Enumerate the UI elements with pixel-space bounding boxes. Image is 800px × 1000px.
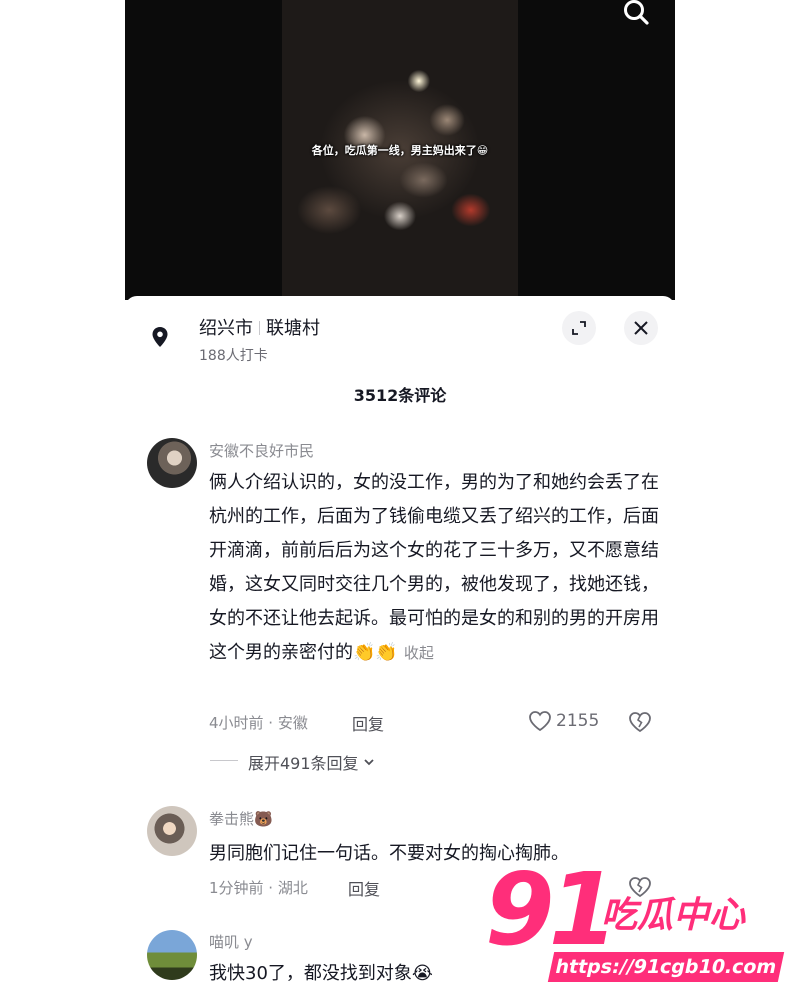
comment-meta: 4小时前 · 安徽	[209, 714, 308, 732]
avatar[interactable]	[147, 438, 197, 488]
expand-icon	[572, 321, 586, 335]
close-icon	[634, 321, 648, 335]
video-caption: 各位，吃瓜第一线，男主妈出来了😁	[311, 144, 489, 157]
expand-replies-button[interactable]: 展开491条回复	[248, 750, 376, 774]
watermark-url: https://91cgb10.com	[547, 952, 785, 982]
comments-count: 3512条评论	[353, 386, 447, 405]
location-separator	[259, 321, 260, 335]
location-village: 联塘村	[266, 318, 320, 339]
expand-button[interactable]	[562, 311, 596, 345]
like-button[interactable]: 2155	[528, 710, 599, 732]
divider	[210, 760, 238, 761]
dislike-button[interactable]	[627, 710, 653, 734]
video-frame: 各位，吃瓜第一线，男主妈出来了😁	[282, 0, 518, 300]
collapse-link[interactable]: 收起	[404, 644, 434, 662]
watermark-number: 91	[485, 851, 618, 968]
reply-button[interactable]: 回复	[352, 711, 384, 735]
location-pin-icon	[148, 325, 172, 349]
location-checkins: 188人打卡	[199, 348, 268, 364]
reply-button[interactable]: 回复	[348, 876, 380, 900]
comment-meta: 1分钟前 · 湖北	[209, 879, 308, 897]
watermark-brand: 吃瓜中心	[601, 895, 746, 936]
broken-heart-icon	[629, 712, 651, 733]
avatar[interactable]	[147, 806, 197, 856]
location-title[interactable]: 绍兴市 联塘村	[199, 314, 320, 340]
heart-icon	[529, 711, 551, 732]
video-player[interactable]: 各位，吃瓜第一线，男主妈出来了😁	[125, 0, 675, 300]
watermark-logo: 91 吃瓜中心 https://91cgb10.com	[485, 860, 790, 986]
close-button[interactable]	[624, 311, 658, 345]
comment-username[interactable]: 拳击熊🐻	[209, 808, 273, 829]
avatar[interactable]	[147, 930, 197, 980]
chevron-down-icon	[363, 759, 374, 766]
like-count: 2155	[556, 711, 600, 731]
search-icon[interactable]	[620, 0, 654, 26]
comment-username[interactable]: 安徽不良好市民	[209, 440, 314, 461]
comment-body: 俩人介绍认识的，女的没工作，男的为了和她约会丢了在杭州的工作，后面为了钱偷电缆又…	[209, 472, 659, 663]
comment-username[interactable]: 喵叽 y	[209, 931, 253, 952]
expand-replies-label: 展开491条回复	[248, 754, 359, 773]
comment-text: 俩人介绍认识的，女的没工作，男的为了和她约会丢了在杭州的工作，后面为了钱偷电缆又…	[209, 466, 659, 670]
location-city: 绍兴市	[199, 318, 253, 339]
